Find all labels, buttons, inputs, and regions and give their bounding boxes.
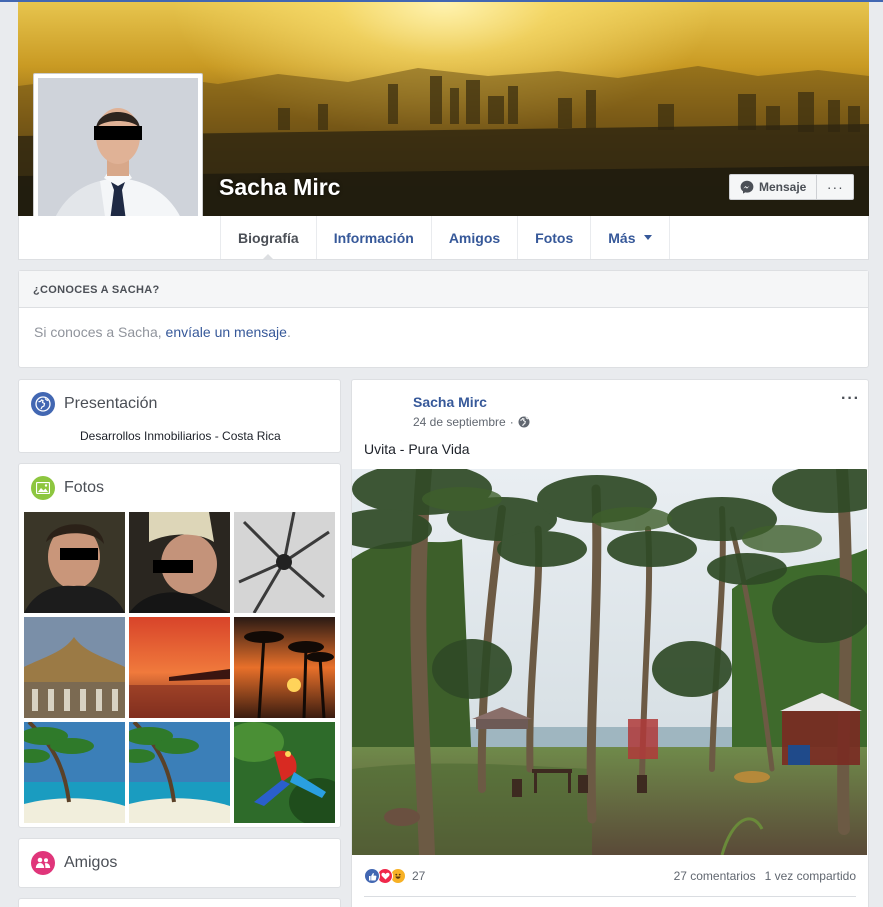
- beach-palm-trees-photo: [352, 469, 867, 855]
- photos-card: Fotos: [18, 463, 341, 828]
- post-options-button[interactable]: ···: [841, 390, 860, 408]
- photo-thumbnail[interactable]: [24, 617, 125, 718]
- post-divider: [364, 896, 856, 897]
- know-person-box: ¿CONOCES A SACHA? Si conoces a Sacha, en…: [18, 270, 869, 368]
- person-in-suit-illustration: [38, 78, 198, 238]
- tab-photos-label: Fotos: [535, 229, 574, 246]
- more-options-button[interactable]: ···: [817, 175, 853, 199]
- send-message-link[interactable]: envíale un mensaje: [166, 324, 287, 340]
- tab-about-label: Información: [333, 229, 414, 246]
- photo-thumbnail[interactable]: [129, 722, 230, 823]
- post-image[interactable]: [352, 469, 867, 855]
- profile-nav-bar: Biografía Información Amigos Fotos Más: [18, 216, 869, 260]
- post-meta: 24 de septiembre ·: [413, 415, 530, 429]
- chevron-down-icon: [643, 235, 652, 240]
- redaction-bar: [94, 126, 142, 140]
- profile-tabs: Biografía Información Amigos Fotos Más: [220, 216, 670, 260]
- know-person-heading: ¿CONOCES A SACHA?: [19, 271, 868, 308]
- messenger-icon: [740, 180, 754, 194]
- post-date[interactable]: 24 de septiembre: [413, 415, 506, 429]
- photo-thumbnail[interactable]: [129, 512, 230, 613]
- shares-count-link[interactable]: 1 vez compartido: [765, 869, 856, 883]
- next-card-partial: [18, 898, 341, 907]
- friends-card: Amigos: [18, 838, 341, 888]
- photos-title[interactable]: Fotos: [64, 479, 104, 497]
- post-footer: 27 27 comentarios 1 vez compartido: [364, 868, 856, 884]
- tab-friends-label: Amigos: [448, 229, 501, 246]
- reactions[interactable]: 27: [364, 868, 425, 884]
- profile-name[interactable]: Sacha Mirc: [219, 174, 340, 201]
- photo-thumbnail[interactable]: [234, 722, 335, 823]
- know-person-prefix: Si conoces a Sacha,: [34, 324, 166, 340]
- reaction-count: 27: [412, 869, 426, 883]
- know-person-text: Si conoces a Sacha, envíale un mensaje.: [19, 308, 868, 340]
- like-reaction-icon: [364, 868, 380, 884]
- public-globe-icon[interactable]: [518, 416, 530, 428]
- tab-photos[interactable]: Fotos: [517, 216, 590, 259]
- know-person-suffix: .: [286, 324, 291, 340]
- post-stats: 27 comentarios 1 vez compartido: [674, 869, 856, 883]
- post-author[interactable]: Sacha Mirc: [413, 394, 487, 410]
- tab-friends[interactable]: Amigos: [430, 216, 517, 259]
- intro-line: Desarrollos Inmobiliarios - Costa Rica: [80, 429, 281, 443]
- photo-icon: [31, 476, 55, 500]
- post-date-separator: ·: [509, 415, 514, 429]
- photo-thumbnail[interactable]: [129, 617, 230, 718]
- friends-title[interactable]: Amigos: [64, 854, 117, 872]
- photo-thumbnail[interactable]: [234, 512, 335, 613]
- profile-photo: [38, 78, 198, 238]
- comments-count-link[interactable]: 27 comentarios: [674, 869, 756, 883]
- friends-icon: [31, 851, 55, 875]
- tab-about[interactable]: Información: [315, 216, 431, 259]
- tab-more[interactable]: Más: [590, 216, 670, 259]
- photo-thumbnail[interactable]: [24, 722, 125, 823]
- tab-timeline-label: Biografía: [238, 229, 299, 246]
- intro-card: Presentación Desarrollos Inmobiliarios -…: [18, 379, 341, 453]
- photo-thumbnail[interactable]: [24, 512, 125, 613]
- message-button[interactable]: Mensaje: [730, 175, 818, 199]
- intro-title: Presentación: [64, 395, 158, 412]
- post-card: Sacha Mirc 24 de septiembre · ··· Uvita …: [351, 379, 869, 907]
- globe-icon: [31, 392, 55, 416]
- message-button-label: Mensaje: [759, 180, 807, 194]
- photo-grid: [24, 512, 336, 823]
- photo-thumbnail[interactable]: [234, 617, 335, 718]
- tab-timeline[interactable]: Biografía: [220, 216, 316, 260]
- post-text: Uvita - Pura Vida: [364, 441, 470, 457]
- message-button-group: Mensaje ···: [729, 174, 855, 200]
- tab-more-label: Más: [608, 229, 636, 246]
